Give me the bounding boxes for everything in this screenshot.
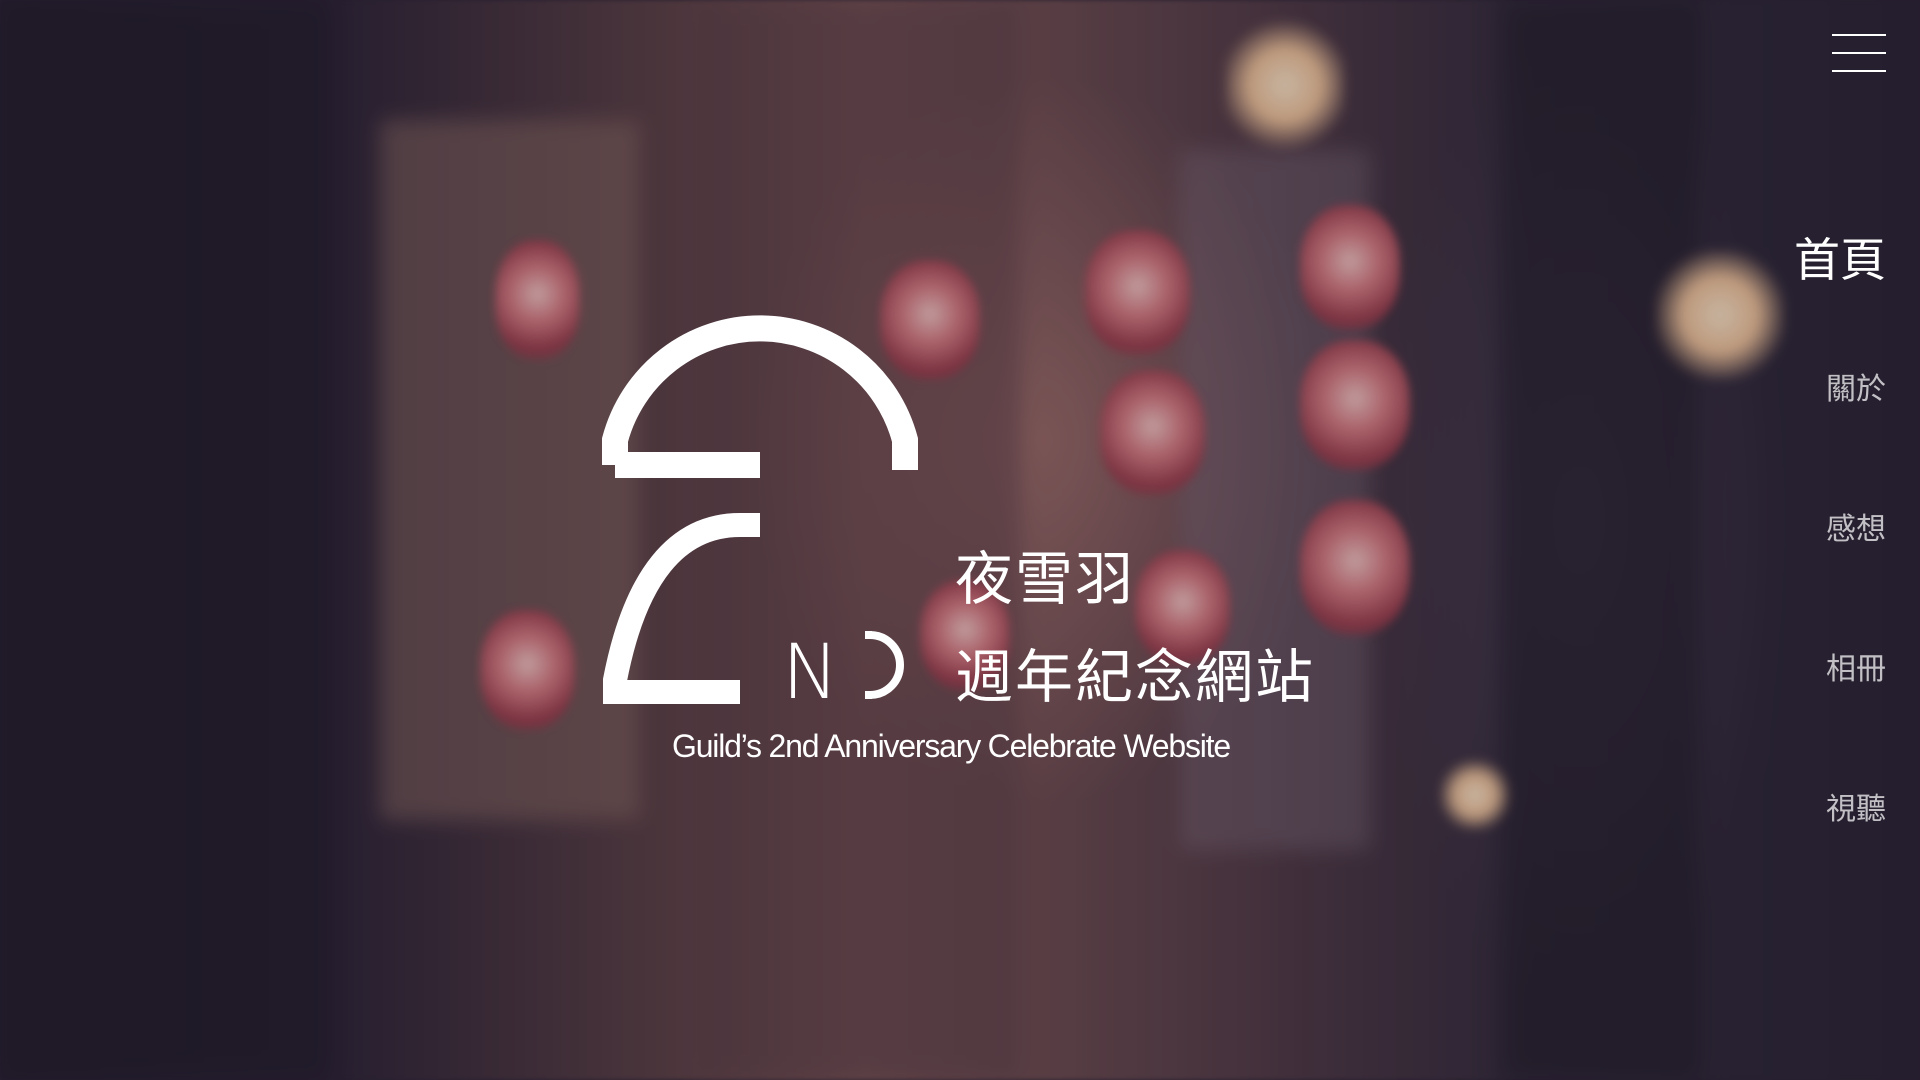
side-nav: 首頁 關於 感想 相冊 視聽 [1794,225,1886,925]
logo-n-letter: N [782,627,839,716]
2nd-anniversary-logo: N [600,300,930,720]
landing-page: N 夜雪羽 週年紀念網站 Guild’s 2nd Anniversary Cel… [0,0,1920,1080]
menu-line [1832,70,1886,72]
nav-item-media[interactable]: 視聽 [1826,785,1886,925]
nav-item-album[interactable]: 相冊 [1826,645,1886,785]
guild-name: 夜雪羽 [955,545,1136,613]
menu-line [1832,34,1886,36]
site-subtitle: Guild’s 2nd Anniversary Celebrate Websit… [672,728,1231,764]
menu-line [1832,52,1886,54]
nav-item-thoughts[interactable]: 感想 [1826,505,1886,645]
site-title-text: 週年紀念網站 [955,643,1316,711]
nav-item-about[interactable]: 關於 [1826,365,1886,505]
site-title: 夜雪羽 週年紀念網站 [955,530,1315,726]
hamburger-menu-icon[interactable] [1832,30,1886,76]
nav-item-home[interactable]: 首頁 [1794,225,1886,365]
